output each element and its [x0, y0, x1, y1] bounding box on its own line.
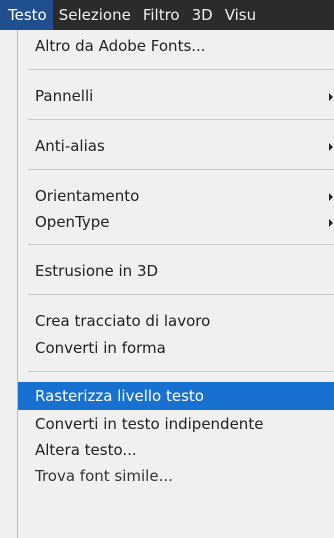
menu-item-label: Pannelli: [35, 87, 94, 105]
menu-visualizza[interactable]: Visu: [219, 0, 262, 30]
menu-item-crea-tracciato-di-lavoro[interactable]: Crea tracciato di lavoro: [18, 307, 334, 335]
menu-item-estrusione-in-3d[interactable]: Estrusione in 3D: [18, 257, 334, 285]
menu-separator: [28, 69, 334, 70]
menu-item-pannelli[interactable]: Pannelli: [18, 82, 334, 110]
menu-item-label: Orientamento: [35, 187, 140, 205]
menu-item-orientamento[interactable]: Orientamento: [18, 182, 334, 210]
submenu-arrow-icon: [329, 193, 333, 201]
menu-selezione[interactable]: Selezione: [53, 0, 137, 30]
menu-item-anti-alias[interactable]: Anti-alias: [18, 132, 334, 160]
menu-item-converti-in-testo-indipendente[interactable]: Converti in testo indipendente: [18, 410, 334, 438]
testo-dropdown-menu: Altro da Adobe Fonts... Pannelli Anti-al…: [17, 30, 334, 538]
menu-item-altro-da-adobe-fonts[interactable]: Altro da Adobe Fonts...: [18, 32, 334, 60]
menu-3d[interactable]: 3D: [186, 0, 219, 30]
menu-separator: [28, 244, 334, 245]
submenu-arrow-icon: [329, 93, 333, 101]
menu-separator: [28, 169, 334, 170]
menu-bar: Testo Selezione Filtro 3D Visu: [0, 0, 334, 30]
menu-item-opentype[interactable]: OpenType: [18, 208, 334, 236]
menu-separator: [28, 294, 334, 295]
menu-item-altera-testo[interactable]: Altera testo...: [18, 436, 334, 464]
menu-item-label: Anti-alias: [35, 137, 105, 155]
menu-item-trova-font-simile[interactable]: Trova font simile...: [18, 462, 334, 490]
submenu-arrow-icon: [329, 219, 333, 227]
menu-item-converti-in-forma[interactable]: Converti in forma: [18, 334, 334, 362]
menu-item-label: OpenType: [35, 213, 110, 231]
menu-separator: [28, 371, 334, 372]
menu-filtro[interactable]: Filtro: [137, 0, 186, 30]
submenu-arrow-icon: [329, 143, 333, 151]
menu-separator: [28, 119, 334, 120]
menu-item-rasterizza-livello-testo[interactable]: Rasterizza livello testo: [18, 382, 334, 410]
menu-testo[interactable]: Testo: [0, 0, 53, 30]
